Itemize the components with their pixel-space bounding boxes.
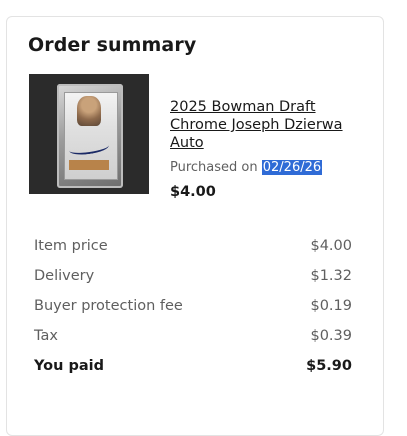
summary-row-buyer-protection: Buyer protection fee $0.19 xyxy=(34,298,352,318)
purchase-date: 02/26/26 xyxy=(261,160,323,175)
total-value: $5.90 xyxy=(306,358,352,374)
summary-row-item-price: Item price $4.00 xyxy=(34,238,352,258)
summary-row-label: Buyer protection fee xyxy=(34,298,183,314)
order-summary-title: Order summary xyxy=(28,34,197,56)
item-thumbnail[interactable] xyxy=(29,74,149,194)
purchase-date-line: Purchased on 02/26/26 xyxy=(170,160,323,175)
summary-row-tax: Tax $0.39 xyxy=(34,328,352,348)
summary-row-delivery: Delivery $1.32 xyxy=(34,268,352,288)
purchased-prefix: Purchased on xyxy=(170,160,262,175)
card-nameplate xyxy=(69,160,109,170)
total-label: You paid xyxy=(34,358,105,374)
summary-row-value: $0.19 xyxy=(310,298,352,314)
summary-row-value: $0.39 xyxy=(310,328,352,344)
player-image xyxy=(77,96,101,126)
summary-row-label: Item price xyxy=(34,238,108,254)
summary-row-label: Delivery xyxy=(34,268,95,284)
item-price-amount: $4.00 xyxy=(170,184,216,200)
summary-row-total: You paid $5.90 xyxy=(34,358,352,378)
summary-row-value: $1.32 xyxy=(310,268,352,284)
summary-row-value: $4.00 xyxy=(310,238,352,254)
summary-row-label: Tax xyxy=(34,328,58,344)
item-title-link[interactable]: 2025 Bowman Draft Chrome Joseph Dzierwa … xyxy=(170,98,370,152)
